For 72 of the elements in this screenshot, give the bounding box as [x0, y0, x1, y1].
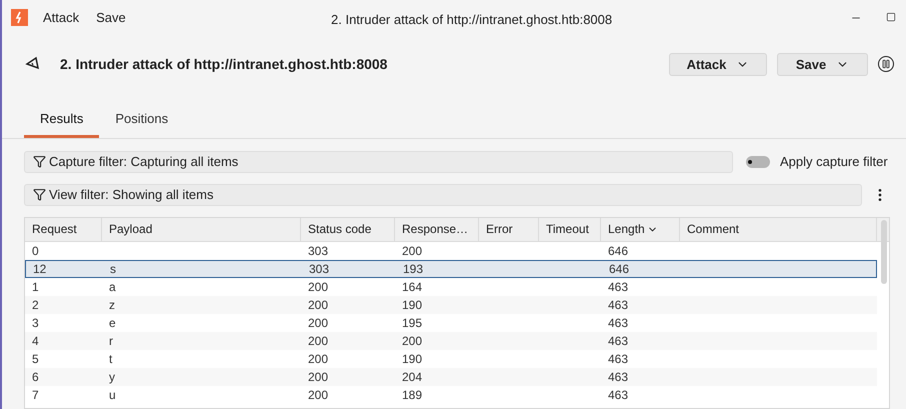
table-cell-text: 5 — [32, 350, 39, 368]
column-header[interactable]: Comment — [680, 218, 877, 241]
table-row[interactable]: 2 z 200 190 463 — [25, 296, 877, 314]
table-row[interactable]: 4 r 200 200 463 — [25, 332, 877, 350]
table-cell-text: 463 — [608, 278, 628, 296]
table-cell-text: 190 — [402, 296, 422, 314]
menu-item[interactable]: Save — [96, 8, 126, 28]
app-logo-icon — [11, 8, 28, 26]
table-cell-text: 463 — [608, 350, 628, 368]
table-cell-text: 195 — [402, 314, 422, 332]
table-cell-text: 463 — [608, 386, 628, 404]
maximize-icon[interactable] — [886, 12, 896, 22]
toggle-switch[interactable] — [746, 156, 770, 168]
table-cell-text: u — [109, 386, 116, 404]
table-cell-text: t — [109, 350, 112, 368]
table-cell-text: a — [109, 278, 116, 296]
table-cell-text: 2 — [32, 296, 39, 314]
table-cell-text: 303 — [308, 242, 328, 260]
table-cell-text: 463 — [608, 368, 628, 386]
attack-title: 2. Intruder attack of http://intranet.ghost.htb:8008 — [60, 54, 388, 74]
table-cell-text: y — [109, 368, 115, 386]
table-cell-text: z — [109, 296, 115, 314]
view-filter-bar[interactable]: View filter: Showing all items — [24, 184, 862, 206]
table-cell-text: 200 — [308, 296, 328, 314]
table-cell-text: 12 — [33, 260, 46, 278]
dropdown-button[interactable]: Save — [777, 52, 868, 76]
table-row[interactable]: 12 s 303 193 646 — [25, 260, 877, 278]
table-cell-text: 190 — [402, 350, 422, 368]
tab[interactable]: Results — [24, 104, 100, 138]
table-cell-text: 463 — [608, 296, 628, 314]
table-cell-text: 463 — [608, 314, 628, 332]
table-cell-text: 1 — [32, 278, 39, 296]
table-cell-text: 6 — [32, 368, 39, 386]
table-cell-text: 189 — [402, 386, 422, 404]
table-cell-text: 3 — [32, 314, 39, 332]
table-cell-text: 193 — [403, 260, 424, 278]
table-cell-text: 463 — [608, 332, 628, 350]
column-header[interactable]: Timeout — [539, 218, 601, 241]
window-title: 2. Intruder attack of http://intranet.ghost.htb:8008 — [331, 11, 612, 29]
pause-icon[interactable] — [878, 56, 894, 72]
scrollbar[interactable] — [881, 220, 887, 284]
table-cell-text: 0 — [32, 242, 39, 260]
column-header[interactable]: Length — [601, 218, 680, 241]
table-cell-text: 646 — [608, 242, 628, 260]
table-cell-text: 200 — [308, 314, 328, 332]
table-cell-text: 200 — [308, 332, 328, 350]
table-cell-text: 646 — [609, 260, 630, 278]
table-row[interactable]: 6 y 200 204 463 — [25, 368, 877, 386]
table-cell-text: 7 — [32, 386, 39, 404]
table-cell-text: 200 — [308, 278, 328, 296]
table-cell-text: 200 — [308, 368, 328, 386]
table-cell-text: 200 — [402, 242, 422, 260]
capture-filter-bar[interactable]: Capture filter: Capturing all items — [24, 150, 733, 173]
column-header[interactable]: Error — [479, 218, 539, 241]
table-cell-text: 200 — [308, 350, 328, 368]
dropdown-button[interactable]: Attack — [669, 52, 767, 76]
table-cell-text: s — [110, 260, 116, 278]
table-cell-text: 164 — [402, 278, 422, 296]
table-cell-text: 4 — [32, 332, 39, 350]
table-cell-text: r — [109, 332, 113, 350]
menu-item[interactable]: Attack — [43, 8, 80, 28]
column-header[interactable]: Payload — [102, 218, 301, 241]
table-cell-text: 204 — [402, 368, 422, 386]
table-cell-text: 200 — [308, 386, 328, 404]
table-cell-text: 200 — [402, 332, 422, 350]
table-cell-text: e — [109, 314, 116, 332]
toggle-label: Apply capture filter — [780, 152, 888, 171]
tab[interactable]: Positions — [99, 104, 184, 138]
column-header[interactable]: Response… — [395, 218, 479, 241]
column-header[interactable]: Status code — [301, 218, 395, 241]
column-header[interactable]: Request — [25, 218, 102, 241]
table-cell-text: 303 — [309, 260, 330, 278]
